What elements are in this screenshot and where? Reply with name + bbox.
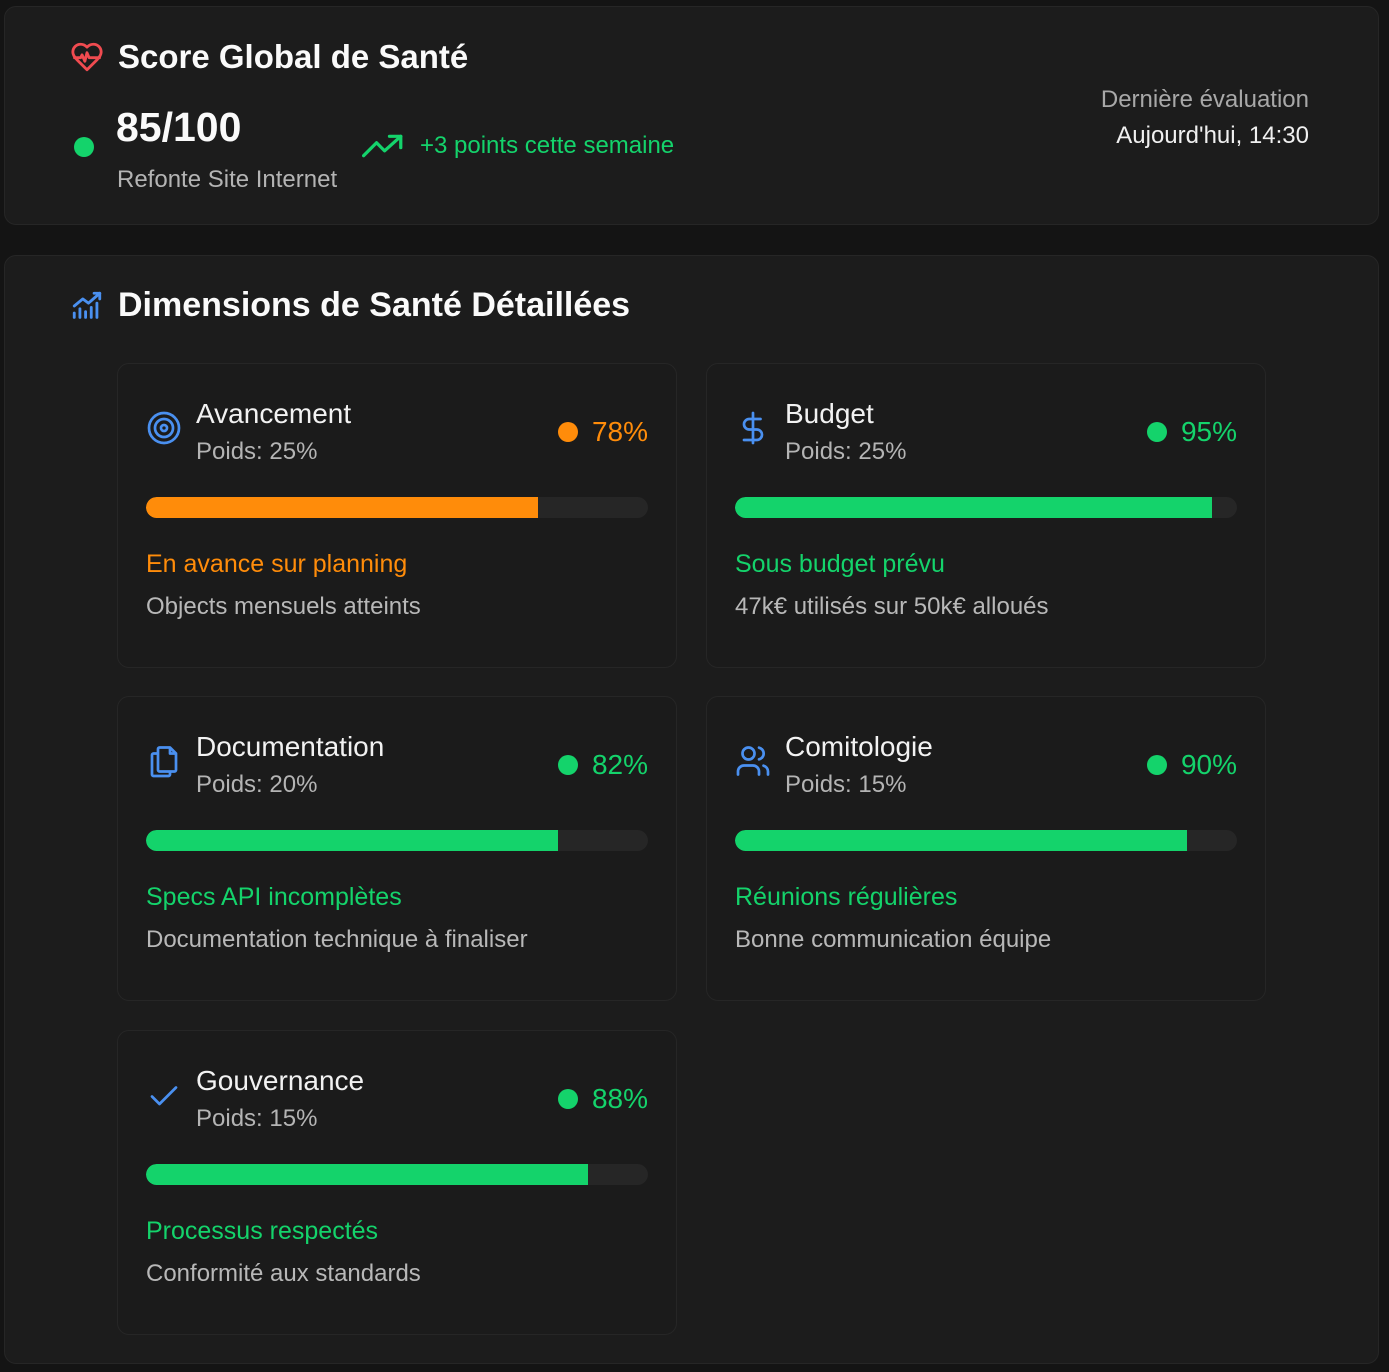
dimension-name: Gouvernance [196, 1065, 365, 1096]
trend-indicator: +3 points cette semaine [362, 132, 674, 160]
global-score-value: 85/100 [116, 104, 242, 150]
dimension-status: Sous budget prévu [735, 550, 945, 578]
dimension-status: Processus respectés [146, 1217, 379, 1245]
dimension-description: Documentation technique à finaliser [146, 926, 528, 953]
dimension-score: 90% [1146, 749, 1237, 781]
score-title-row: Score Global de Santé [70, 38, 468, 76]
progress-track [146, 830, 648, 851]
progress-track [146, 497, 648, 518]
dimension-name: Budget [785, 398, 874, 429]
dimension-score: 95% [1146, 416, 1237, 448]
progress-track [735, 830, 1237, 851]
target-icon [147, 411, 181, 445]
page-title: Score Global de Santé [118, 38, 469, 75]
users-icon [736, 746, 770, 776]
status-dot [1146, 755, 1167, 775]
section-title: Dimensions de Santé Détaillées [118, 286, 631, 324]
dimension-status: Specs API incomplètes [146, 883, 402, 911]
chart-trend-icon [72, 291, 102, 319]
project-name: Refonte Site Internet [117, 166, 338, 193]
dimension-card-gouvernance: Gouvernance Poids: 15% 88% Processus res… [117, 1030, 677, 1335]
score-value: 90% [1180, 749, 1237, 780]
dimension-name: Avancement [196, 398, 352, 429]
status-dot [557, 422, 578, 442]
progress-track [735, 497, 1237, 518]
dimension-weight: Poids: 25% [785, 438, 907, 465]
heart-pulse-icon [71, 42, 103, 72]
dimension-card-comitologie: Comitologie Poids: 15% 90% Réunions régu… [706, 696, 1266, 1001]
dimension-card-avancement: Avancement Poids: 25% 78% En avance sur … [117, 363, 677, 668]
dimension-name: Documentation [196, 731, 385, 762]
last-evaluation-value: Aujourd'hui, 14:30 [1116, 122, 1309, 149]
score-value: 78% [591, 416, 648, 447]
dimension-weight: Poids: 15% [785, 771, 907, 798]
check-icon [150, 1086, 178, 1106]
dimension-score: 82% [557, 749, 648, 781]
trend-text: +3 points cette semaine [420, 132, 675, 159]
progress-track [146, 1164, 648, 1185]
score-value: 88% [591, 1083, 648, 1114]
dimension-weight: Poids: 25% [196, 438, 318, 465]
dimensions-title-row: Dimensions de Santé Détaillées [70, 286, 630, 325]
last-evaluation: Dernière évaluation Aujourd'hui, 14:30 [1101, 86, 1309, 150]
status-dot [557, 755, 578, 775]
dimension-description: Objects mensuels atteints [146, 593, 421, 620]
dimension-name: Comitologie [785, 731, 933, 762]
score-value: 82% [591, 749, 648, 780]
status-dot [1146, 422, 1167, 442]
dimension-score: 88% [557, 1083, 648, 1115]
progress-fill [146, 1164, 588, 1185]
dimension-score: 78% [557, 416, 648, 448]
score-status-dot [74, 137, 94, 157]
dimension-weight: Poids: 20% [196, 771, 318, 798]
dimension-description: Conformité aux standards [146, 1260, 421, 1287]
dimension-description: Bonne communication équipe [735, 926, 1052, 953]
progress-fill [146, 497, 538, 518]
documents-icon [150, 746, 178, 778]
progress-fill [146, 830, 558, 851]
score-value: 95% [1180, 416, 1237, 447]
dimension-description: 47k€ utilisés sur 50k€ alloués [735, 593, 1049, 620]
dollar-icon [742, 411, 764, 445]
dimension-status: En avance sur planning [146, 550, 408, 578]
last-evaluation-label: Dernière évaluation [1100, 86, 1309, 113]
dimension-card-documentation: Documentation Poids: 20% 82% Specs API i… [117, 696, 677, 1001]
trending-up-icon [362, 134, 403, 158]
dimension-card-budget: Budget Poids: 25% 95% Sous budget prévu … [706, 363, 1266, 668]
dimension-weight: Poids: 15% [196, 1105, 318, 1132]
progress-fill [735, 497, 1212, 518]
dimension-status: Réunions régulières [735, 883, 958, 911]
progress-fill [735, 830, 1187, 851]
status-dot [557, 1089, 578, 1109]
